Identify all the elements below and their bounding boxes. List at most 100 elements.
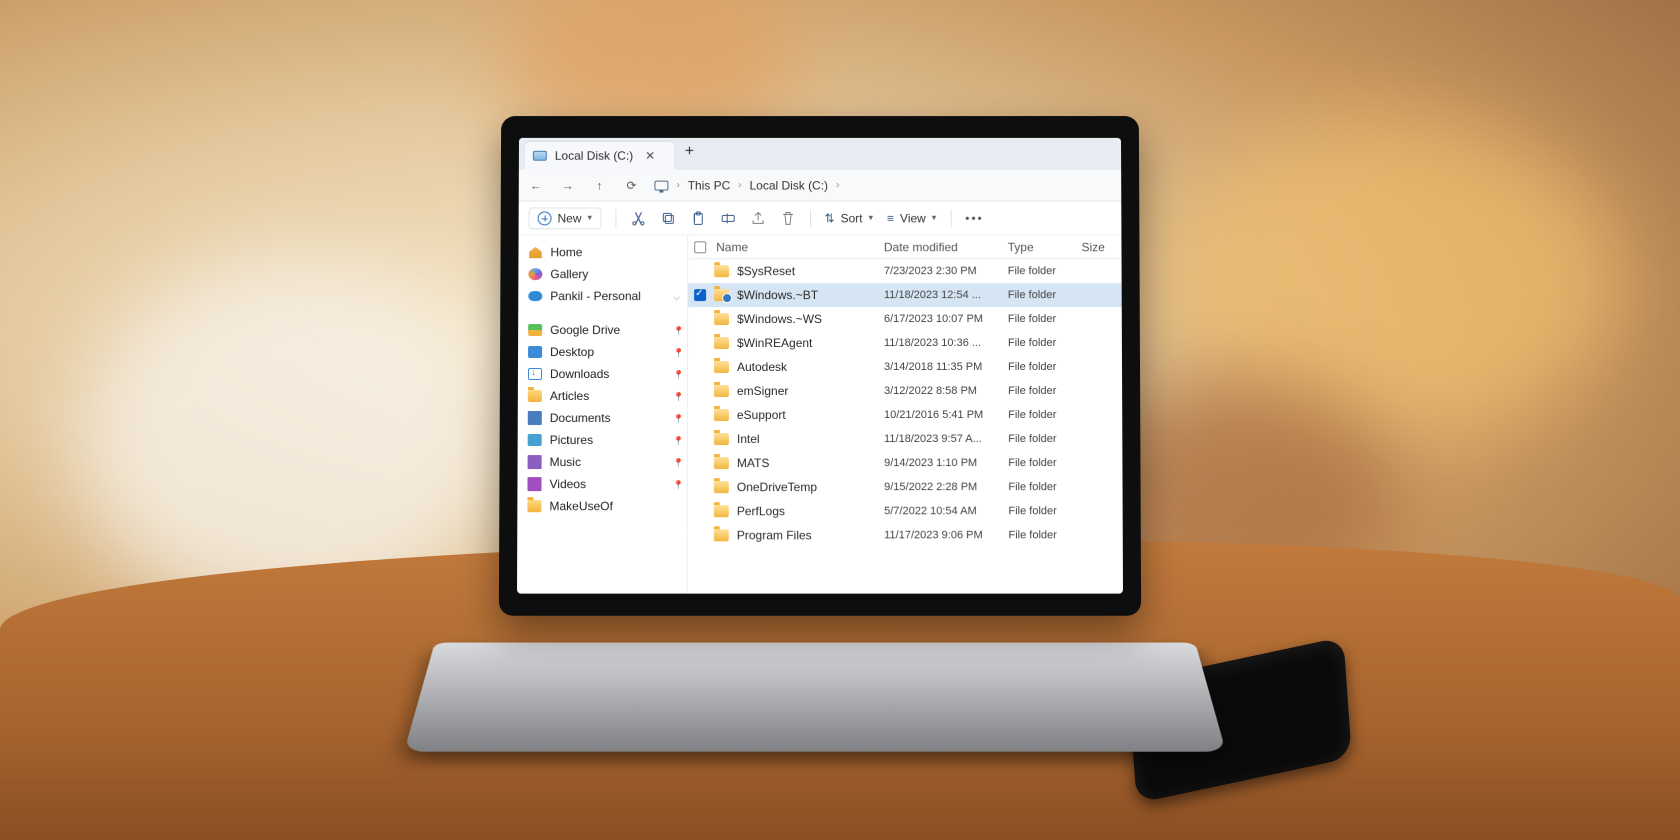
pin-icon: 📍	[673, 414, 681, 422]
sidebar-item-label: Google Drive	[550, 323, 620, 337]
file-row[interactable]: Intel11/18/2023 9:57 A...File folder	[688, 427, 1123, 451]
folder-icon	[714, 457, 729, 469]
pin-icon: 📍	[673, 480, 681, 488]
sidebar-item-desktop[interactable]: Desktop 📍	[518, 341, 687, 363]
file-row[interactable]: $Windows.~BT11/18/2023 12:54 ...File fol…	[688, 283, 1122, 307]
file-name: $SysReset	[737, 264, 795, 278]
pc-icon	[654, 180, 668, 190]
chevron-down-icon: ▾	[869, 212, 874, 223]
sidebar-item-videos[interactable]: Videos 📍	[517, 473, 686, 495]
file-name: eSupport	[737, 408, 786, 422]
pictures-icon	[528, 434, 542, 446]
sidebar-item-label: Pictures	[550, 433, 593, 447]
folder-icon	[714, 265, 729, 277]
view-icon: ≡	[887, 211, 894, 225]
chevron-right-icon: ›	[676, 180, 679, 191]
chevron-right-icon: ›	[738, 180, 741, 191]
sidebar-item-onedrive[interactable]: Pankil - Personal ⌵	[518, 285, 687, 307]
file-list: Name Date modified Type Size $SysReset7/…	[688, 235, 1123, 593]
file-date: 9/15/2022 2:28 PM	[884, 481, 1008, 493]
file-row[interactable]: $SysReset7/23/2023 2:30 PMFile folder	[688, 259, 1121, 283]
sidebar-item-home[interactable]: Home	[518, 241, 687, 263]
pin-icon: 📍	[673, 392, 681, 400]
plus-icon	[538, 211, 552, 225]
up-icon[interactable]: ↑	[591, 176, 609, 194]
share-icon[interactable]	[750, 210, 766, 226]
desktop-icon	[528, 346, 542, 358]
sidebar-item-documents[interactable]: Documents 📍	[518, 407, 687, 429]
cloud-icon	[528, 291, 542, 301]
file-type: File folder	[1008, 361, 1082, 373]
back-icon[interactable]: ←	[527, 176, 545, 194]
sidebar-item-pictures[interactable]: Pictures 📍	[518, 429, 687, 451]
copy-icon[interactable]	[660, 210, 676, 226]
rename-icon[interactable]	[720, 210, 736, 226]
file-date: 10/21/2016 5:41 PM	[884, 409, 1008, 421]
file-name: PerfLogs	[737, 504, 785, 518]
file-row[interactable]: OneDriveTemp9/15/2022 2:28 PMFile folder	[688, 475, 1123, 499]
view-button[interactable]: ≡ View ▾	[887, 211, 936, 225]
file-row[interactable]: Program Files11/17/2023 9:06 PMFile fold…	[688, 523, 1123, 547]
sidebar-item-label: Desktop	[550, 345, 594, 359]
documents-icon	[528, 411, 542, 425]
folder-icon	[714, 385, 729, 397]
file-type: File folder	[1008, 385, 1082, 397]
file-date: 11/18/2023 9:57 A...	[884, 433, 1008, 445]
refresh-icon[interactable]: ⟳	[622, 176, 640, 194]
file-row[interactable]: MATS9/14/2023 1:10 PMFile folder	[688, 451, 1123, 475]
paste-icon[interactable]	[690, 210, 706, 226]
pin-icon: 📍	[673, 370, 681, 378]
folder-icon	[714, 313, 729, 325]
file-row[interactable]: $WinREAgent11/18/2023 10:36 ...File fold…	[688, 331, 1122, 355]
file-type: File folder	[1008, 313, 1082, 325]
sidebar-item-google-drive[interactable]: Google Drive 📍	[518, 319, 687, 341]
file-row[interactable]: $Windows.~WS6/17/2023 10:07 PMFile folde…	[688, 307, 1122, 331]
sidebar-item-gallery[interactable]: Gallery	[518, 263, 687, 285]
close-tab-icon[interactable]: ✕	[641, 147, 659, 165]
new-button[interactable]: New ▾	[529, 207, 601, 229]
file-row[interactable]: Autodesk3/14/2018 11:35 PMFile folder	[688, 355, 1122, 379]
row-checkbox[interactable]	[694, 289, 706, 301]
column-name[interactable]: Name	[716, 240, 748, 254]
sort-button[interactable]: ⇅ Sort ▾	[825, 211, 874, 225]
folder-icon	[527, 500, 541, 512]
new-label: New	[558, 211, 582, 225]
chevron-down-icon: ▾	[932, 212, 937, 223]
breadcrumb-segment[interactable]: This PC	[688, 178, 731, 192]
cut-icon[interactable]	[630, 210, 646, 226]
chevron-down-icon: ⌵	[673, 292, 681, 300]
sidebar-item-label: Gallery	[550, 267, 588, 281]
column-type[interactable]: Type	[1008, 240, 1082, 254]
chevron-down-icon: ▾	[587, 212, 592, 223]
forward-icon[interactable]: →	[559, 176, 577, 194]
file-row[interactable]: eSupport10/21/2016 5:41 PMFile folder	[688, 403, 1122, 427]
delete-icon[interactable]	[780, 210, 796, 226]
sort-icon: ⇅	[825, 211, 835, 225]
column-size[interactable]: Size	[1082, 240, 1122, 254]
home-icon	[528, 246, 542, 258]
select-all-checkbox[interactable]	[694, 241, 706, 253]
sidebar-item-articles[interactable]: Articles 📍	[518, 385, 687, 407]
folder-icon	[714, 529, 729, 541]
folder-icon	[714, 361, 729, 373]
more-button[interactable]: •••	[965, 211, 984, 225]
file-date: 9/14/2023 1:10 PM	[884, 457, 1008, 469]
new-tab-button[interactable]: +	[680, 143, 698, 161]
videos-icon	[527, 477, 541, 491]
folder-icon	[714, 409, 729, 421]
file-row[interactable]: emSigner3/12/2022 8:58 PMFile folder	[688, 379, 1122, 403]
file-type: File folder	[1008, 289, 1082, 301]
sidebar: Home Gallery Pankil - Personal ⌵ Google …	[517, 235, 688, 593]
file-row[interactable]: PerfLogs5/7/2022 10:54 AMFile folder	[688, 499, 1123, 523]
music-icon	[528, 455, 542, 469]
sidebar-item-label: Videos	[550, 477, 587, 491]
sidebar-item-downloads[interactable]: Downloads 📍	[518, 363, 687, 385]
column-date[interactable]: Date modified	[884, 240, 1008, 254]
sidebar-item-label: Articles	[550, 389, 589, 403]
sidebar-item-makeuseof[interactable]: MakeUseOf	[517, 495, 686, 517]
file-explorer-window[interactable]: Local Disk (C:) ✕ + ← → ↑ ⟳ › This PC › …	[517, 138, 1123, 594]
sidebar-item-music[interactable]: Music 📍	[518, 451, 687, 473]
breadcrumb-segment[interactable]: Local Disk (C:)	[750, 178, 828, 192]
tab-local-disk[interactable]: Local Disk (C:) ✕	[525, 142, 675, 170]
breadcrumb[interactable]: › This PC › Local Disk (C:) ›	[654, 178, 839, 192]
